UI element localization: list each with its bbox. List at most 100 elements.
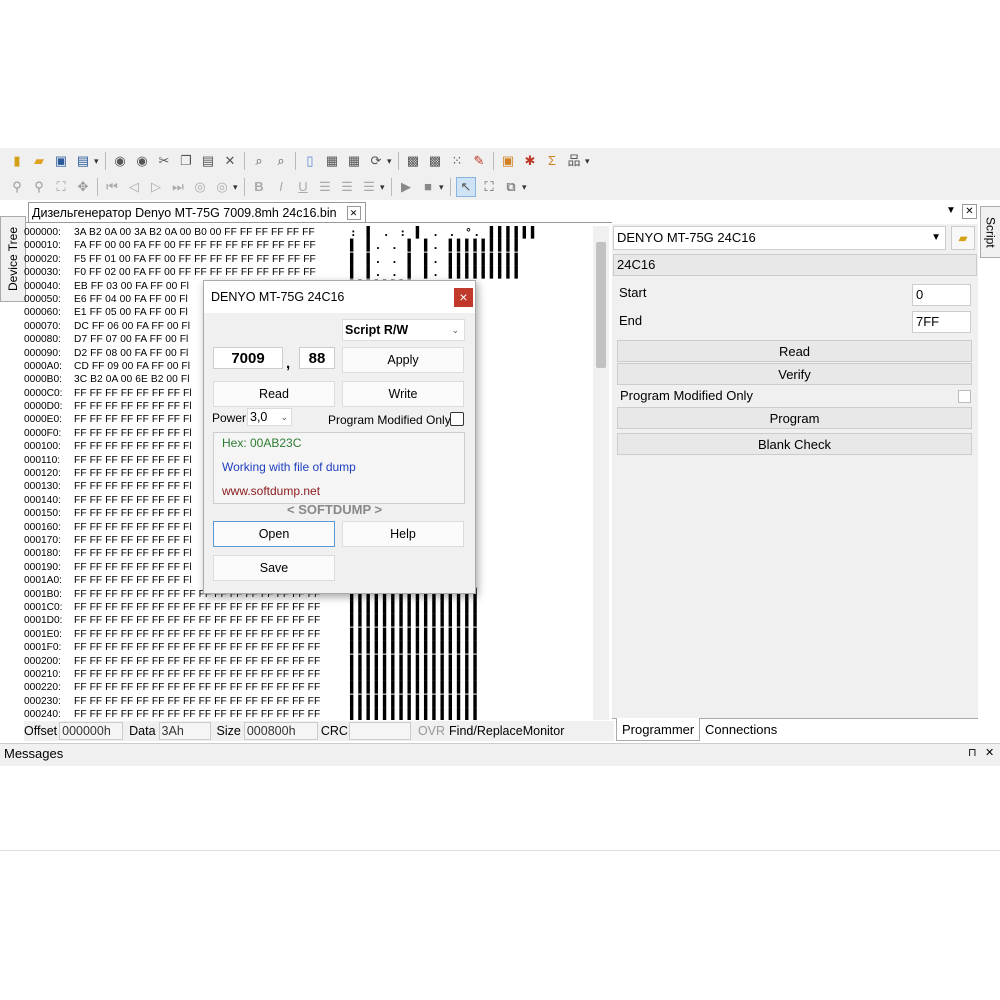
hex-row[interactable]: 0001E0: FF FF FF FF FF FF FF FF FF FF FF …: [24, 628, 594, 641]
align-left-icon[interactable]: ☰: [316, 178, 334, 196]
monitor-label[interactable]: Monitor: [523, 724, 565, 738]
hex-ascii[interactable]: ▌ ▌. . ▌ ▌. ▌▌▌▌▌▌▌▌▌: [350, 239, 523, 252]
value2-field[interactable]: 88: [299, 347, 335, 369]
paste-icon[interactable]: ▤: [199, 152, 217, 170]
hex-bytes[interactable]: FF FF FF FF FF FF FF FF FF FF FF FF FF F…: [74, 668, 350, 681]
script-tab[interactable]: Script: [980, 206, 1000, 258]
hex-bytes[interactable]: FF FF FF FF FF FF FF FF FF FF FF FF FF F…: [74, 681, 350, 694]
close-icon[interactable]: ✕: [985, 746, 994, 759]
device-tree-tab[interactable]: Device Tree: [0, 216, 26, 302]
delete-icon[interactable]: ✕: [221, 152, 239, 170]
end-field[interactable]: 7FF: [912, 311, 971, 333]
edit-icon[interactable]: ✎: [470, 152, 488, 170]
grid-icon[interactable]: ⁙: [448, 152, 466, 170]
program-modified-checkbox[interactable]: [450, 412, 464, 426]
dropdown-arrow-icon[interactable]: ▾: [233, 182, 241, 193]
hex-ascii[interactable]: ▌▌▌▌▌▌▌▌▌▌▌▌▌▌▌▌: [350, 681, 482, 694]
website-link[interactable]: www.softdump.net: [222, 484, 320, 498]
hex-ascii[interactable]: ▌▌▌▌▌▌▌▌▌▌▌▌▌▌▌▌: [350, 601, 482, 614]
calculator-icon[interactable]: ▣: [499, 152, 517, 170]
find-replace-label[interactable]: Find/Replace: [449, 724, 523, 738]
cursor-icon[interactable]: ↖: [456, 177, 476, 197]
nav2-icon[interactable]: ◎: [213, 178, 231, 196]
scroll-thumb[interactable]: [596, 242, 606, 368]
blank-check-button[interactable]: Blank Check: [617, 433, 972, 455]
new-icon[interactable]: ▮: [8, 152, 26, 170]
hex-row[interactable]: 000220: FF FF FF FF FF FF FF FF FF FF FF …: [24, 681, 594, 694]
start-field[interactable]: 0: [912, 284, 971, 306]
fill-icon[interactable]: ▦: [323, 152, 341, 170]
chip-icon[interactable]: ▩: [404, 152, 422, 170]
tab-programmer[interactable]: Programmer: [616, 718, 701, 741]
hex-bytes[interactable]: FF FF FF FF FF FF FF FF FF FF FF FF FF F…: [74, 601, 350, 614]
apply-button[interactable]: Apply: [342, 347, 464, 373]
chip-write-icon[interactable]: ▩: [426, 152, 444, 170]
hex-row[interactable]: 0001C0: FF FF FF FF FF FF FF FF FF FF FF …: [24, 601, 594, 614]
move-icon[interactable]: ✥: [74, 178, 92, 196]
hex-bytes[interactable]: FF FF FF FF FF FF FF FF FF FF FF FF FF F…: [74, 655, 350, 668]
program-modified-checkbox[interactable]: [958, 390, 971, 403]
hex-bytes[interactable]: F5 FF 01 00 FA FF 00 FF FF FF FF FF FF F…: [74, 253, 350, 266]
pin-icon[interactable]: ⊓: [968, 746, 977, 759]
write-button[interactable]: Write: [342, 381, 464, 407]
dialog-close-button[interactable]: ×: [454, 288, 473, 307]
zoom-icon[interactable]: ⚲: [30, 178, 48, 196]
bug-icon[interactable]: ✱: [521, 152, 539, 170]
first-icon[interactable]: ⏮: [103, 178, 121, 196]
program-button[interactable]: Program: [617, 407, 972, 429]
last-icon[interactable]: ⏭: [169, 178, 187, 196]
script-select[interactable]: Script R/W ⌄: [342, 319, 465, 341]
hex-row[interactable]: 000240: FF FF FF FF FF FF FF FF FF FF FF …: [24, 708, 594, 720]
dropdown-arrow-icon[interactable]: ▾: [522, 182, 530, 193]
find-icon[interactable]: ⌕: [250, 152, 268, 170]
document-icon[interactable]: ▯: [301, 152, 319, 170]
dropdown-arrow-icon[interactable]: ▾: [94, 156, 102, 167]
sync-icon[interactable]: ⟳: [367, 152, 385, 170]
hex-ascii[interactable]: ▌ ▌. . ▌ ▌. ▌▌▌▌▌▌▌▌▌: [350, 266, 523, 279]
resize-icon[interactable]: ⧉: [502, 178, 520, 196]
save-icon[interactable]: ▣: [52, 152, 70, 170]
hex-bytes[interactable]: FF FF FF FF FF FF FF FF FF FF FF FF FF F…: [74, 628, 350, 641]
align-right-icon[interactable]: ☰: [360, 178, 378, 196]
open-device-button[interactable]: ▰: [951, 226, 975, 250]
hex-row[interactable]: 000210: FF FF FF FF FF FF FF FF FF FF FF …: [24, 668, 594, 681]
prev-icon[interactable]: ◁: [125, 178, 143, 196]
open-folder-icon[interactable]: ▰: [30, 152, 48, 170]
power-select[interactable]: 3,0 ⌄: [247, 408, 292, 426]
tab-list-icon[interactable]: ▼: [946, 205, 956, 216]
replace-icon[interactable]: ⌕: [272, 152, 290, 170]
value1-field[interactable]: 7009: [213, 347, 283, 369]
dropdown-arrow-icon[interactable]: ▾: [380, 182, 388, 193]
close-icon[interactable]: ✕: [346, 206, 361, 220]
open-button[interactable]: Open: [213, 521, 335, 547]
hex-bytes[interactable]: F0 FF 02 00 FA FF 00 FF FF FF FF FF FF F…: [74, 266, 350, 279]
redo-icon[interactable]: ◉: [133, 152, 151, 170]
tree-icon[interactable]: 品: [565, 152, 583, 170]
hex-bytes[interactable]: FF FF FF FF FF FF FF FF FF FF FF FF FF F…: [74, 614, 350, 627]
hex-bytes[interactable]: FF FF FF FF FF FF FF FF FF FF FF FF FF F…: [74, 708, 350, 720]
save-as-icon[interactable]: ▤: [74, 152, 92, 170]
hex-ascii[interactable]: ▌ ▌. . ▌ ▌. ▌▌▌▌▌▌▌▌▌: [350, 253, 523, 266]
bold-icon[interactable]: B: [250, 178, 268, 196]
vertical-scrollbar[interactable]: [593, 226, 609, 720]
pin-icon[interactable]: ⚲: [8, 178, 26, 196]
hex-ascii[interactable]: ▌▌▌▌▌▌▌▌▌▌▌▌▌▌▌▌: [350, 628, 482, 641]
close-icon[interactable]: ✕: [962, 204, 977, 219]
hex-row[interactable]: 000000: 3A B2 0A 00 3A B2 0A 00 B0 00 FF …: [24, 226, 594, 239]
hex-ascii[interactable]: : ▌ . : ▌ . . °. ▌▌▌▌▌▌: [350, 226, 539, 239]
hex-row[interactable]: 000230: FF FF FF FF FF FF FF FF FF FF FF …: [24, 695, 594, 708]
hex-ascii[interactable]: ▌▌▌▌▌▌▌▌▌▌▌▌▌▌▌▌: [350, 641, 482, 654]
hex-ascii[interactable]: ▌▌▌▌▌▌▌▌▌▌▌▌▌▌▌▌: [350, 668, 482, 681]
sigma-icon[interactable]: Σ: [543, 152, 561, 170]
italic-icon[interactable]: I: [272, 178, 290, 196]
hex-ascii[interactable]: ▌▌▌▌▌▌▌▌▌▌▌▌▌▌▌▌: [350, 708, 482, 720]
hex-row[interactable]: 0001D0: FF FF FF FF FF FF FF FF FF FF FF …: [24, 614, 594, 627]
next-icon[interactable]: ▷: [147, 178, 165, 196]
hex-row[interactable]: 000010: FA FF 00 00 FA FF 00 FF FF FF FF …: [24, 239, 594, 252]
hex-bytes[interactable]: FF FF FF FF FF FF FF FF FF FF FF FF FF F…: [74, 695, 350, 708]
device-select[interactable]: DENYO MT-75G 24C16 ▼: [613, 226, 946, 250]
dropdown-arrow-icon[interactable]: ▾: [387, 156, 395, 167]
hex-ascii[interactable]: ▌▌▌▌▌▌▌▌▌▌▌▌▌▌▌▌: [350, 614, 482, 627]
read-button[interactable]: Read: [213, 381, 335, 407]
copy-icon[interactable]: ❐: [177, 152, 195, 170]
